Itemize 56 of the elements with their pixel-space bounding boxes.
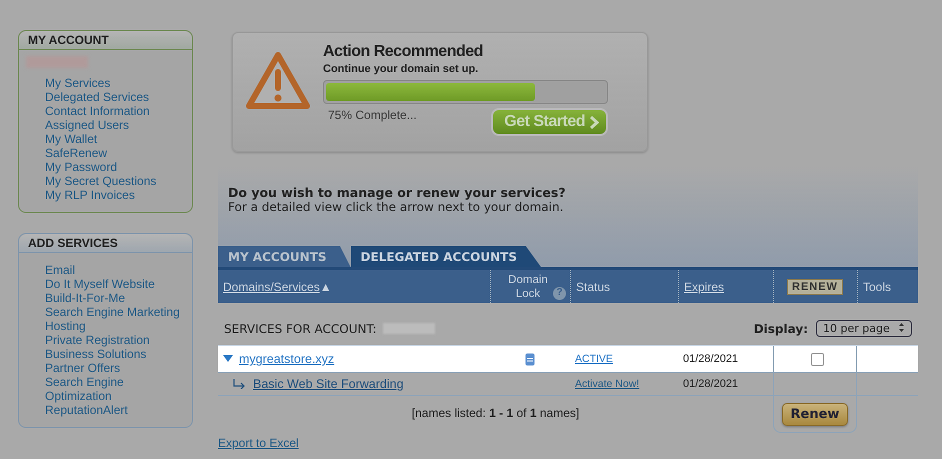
action-title: Action Recommended [323, 43, 484, 61]
domain-link[interactable]: Basic Web Site Forwarding [253, 377, 404, 391]
sidebar-link[interactable]: Private Registration [45, 333, 185, 347]
sidebar-link[interactable]: ReputationAlert [45, 403, 185, 417]
names-listed-text: [names listed: 1 - 1 of 1 names] [410, 405, 580, 422]
sidebar-link[interactable]: Hosting [45, 319, 185, 333]
domain-link[interactable]: mygreatstore.xyz [239, 352, 334, 366]
column-heading: Domain Lock [507, 272, 549, 300]
progress-text: 75% Complete... [328, 108, 417, 122]
column-heading: Status [576, 280, 610, 294]
sidebar-link[interactable]: Contact Information [45, 104, 185, 118]
sidebar-link[interactable]: My Wallet [45, 132, 185, 146]
display-label: Display: [754, 322, 808, 336]
renew-badge: RENEW [787, 278, 843, 294]
sidebar-link[interactable]: Search Engine Optimization [45, 375, 185, 403]
renew-checkbox[interactable] [811, 352, 824, 366]
column-heading: Tools [863, 280, 892, 294]
chevron-icon [589, 116, 599, 128]
intro-heading: Do you wish to manage or renew your services? [228, 185, 567, 200]
expiry-date: 01/28/2021 [683, 378, 738, 390]
panel-title: MY ACCOUNT [19, 31, 192, 50]
sidebar-link[interactable]: My Password [45, 160, 185, 174]
stepper-icon [898, 322, 905, 333]
sidebar-link[interactable]: Assigned Users [45, 118, 185, 132]
panel-title: ADD SERVICES [19, 234, 192, 253]
sidebar-link[interactable]: Search Engine Marketing [45, 305, 185, 319]
page-size-select[interactable]: 10 per page [816, 320, 912, 337]
status-link[interactable]: ACTIVE [575, 353, 613, 365]
export-link[interactable]: Export to Excel [218, 436, 299, 450]
sidebar-link[interactable]: Partner Offers [45, 361, 185, 375]
lock-icon [525, 352, 535, 366]
help-icon[interactable]: ? [553, 286, 566, 300]
sidebar-link[interactable]: Do It Myself Website [45, 277, 185, 291]
sidebar-link[interactable]: Email [45, 263, 185, 277]
sidebar-link[interactable]: My RLP Invoices [45, 188, 185, 202]
sidebar-link[interactable]: Build-It-For-Me [45, 291, 185, 305]
sort-link[interactable]: Domains/Services [223, 280, 320, 294]
status-link[interactable]: Activate Now! [575, 378, 640, 390]
sidebar-link[interactable]: Delegated Services [45, 90, 185, 104]
warning-icon [245, 51, 311, 111]
account-label: SERVICES FOR ACCOUNT: [224, 322, 377, 336]
expand-icon[interactable] [223, 355, 233, 363]
renew-button[interactable]: Renew [782, 402, 848, 426]
sidebar-link[interactable]: SafeRenew [45, 146, 185, 160]
intro-text: For a detailed view click the arrow next to your domain. [228, 200, 564, 214]
action-subtitle: Continue your domain set up. [323, 63, 480, 75]
get-started-button[interactable]: Get Started [491, 108, 608, 136]
tab[interactable]: MY ACCOUNTS [218, 246, 351, 267]
sidebar-link[interactable]: My Secret Questions [45, 174, 185, 188]
sort-link[interactable]: Expires [684, 280, 724, 294]
expiry-date: 01/28/2021 [683, 353, 738, 365]
sidebar-link[interactable]: Business Solutions [45, 347, 185, 361]
sidebar-link[interactable]: My Services [45, 76, 185, 90]
child-arrow-icon [233, 379, 247, 389]
tab[interactable]: DELEGATED ACCOUNTS [350, 246, 541, 267]
sort-arrow: ▲ [320, 280, 332, 294]
